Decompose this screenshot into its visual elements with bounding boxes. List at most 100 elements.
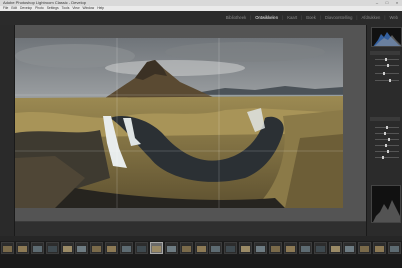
filmstrip-thumbnail[interactable] [224, 242, 238, 254]
thumbnail-image [17, 246, 27, 252]
filmstrip-thumbnail[interactable] [388, 242, 402, 254]
bottom-bar [0, 255, 402, 268]
thumbnail-image [77, 246, 87, 252]
module-picker: Bibliotheek | Ontwikkelen | Kaart | Boek | Diavo… [226, 14, 398, 22]
module-separator: | [356, 15, 358, 20]
panel-header-basic[interactable] [370, 117, 400, 121]
thumbnail-image [47, 246, 57, 252]
filmstrip-thumbnail[interactable] [179, 242, 193, 254]
filmstrip-thumbnail[interactable] [269, 242, 282, 254]
module-separator: | [250, 15, 252, 20]
module-bibliotheek[interactable]: Bibliotheek [226, 14, 247, 22]
thumbnail-image [256, 246, 266, 252]
slider-5[interactable] [375, 126, 399, 129]
thumbnail-image [300, 246, 310, 252]
filmstrip-thumbnail[interactable] [45, 242, 59, 254]
slider-9[interactable] [375, 150, 399, 153]
histogram[interactable] [371, 27, 402, 47]
thumbnail-image [360, 246, 370, 252]
slider-7[interactable] [375, 138, 399, 141]
filmstrip-thumbnail[interactable] [239, 242, 253, 254]
filmstrip-thumbnail[interactable] [373, 242, 387, 254]
slider-6[interactable] [375, 132, 399, 135]
thumbnail-image [271, 246, 280, 252]
thumbnail-image [3, 246, 12, 252]
filmstrip-thumbnail[interactable] [149, 242, 163, 254]
thumbnail-image [285, 246, 295, 252]
thumbnail-image [62, 246, 72, 252]
filmstrip-thumbnail[interactable] [209, 242, 223, 254]
slider-1[interactable] [375, 58, 399, 61]
module-kaart[interactable]: Kaart [287, 14, 297, 22]
filmstrip-thumbnail[interactable] [298, 242, 312, 254]
module-ontwikkelen[interactable]: Ontwikkelen [255, 14, 278, 22]
thumbnail-image [137, 246, 146, 252]
thumbnail-image [32, 246, 42, 252]
slider-8[interactable] [375, 144, 399, 147]
filmstrip-thumbnail[interactable] [75, 242, 89, 254]
slider-knob[interactable] [385, 144, 387, 147]
module-diavoorstelling[interactable]: Diavoorstelling [325, 14, 352, 22]
filmstrip-thumbnail[interactable] [120, 242, 134, 254]
slider-knob[interactable] [388, 138, 390, 141]
slider-knob[interactable] [386, 126, 388, 129]
filmstrip-thumbnail[interactable] [90, 242, 104, 254]
slider-10[interactable] [375, 156, 399, 159]
slider-knob[interactable] [382, 156, 384, 159]
develop-toolbar[interactable] [15, 221, 366, 236]
filmstrip-thumbnail[interactable] [1, 242, 14, 254]
filmstrip-thumbnail[interactable] [30, 242, 44, 254]
thumbnail-image [166, 246, 176, 252]
module-boek[interactable]: Boek [306, 14, 316, 22]
thumbnail-image [151, 246, 161, 252]
module-separator: | [282, 15, 284, 20]
slider-knob[interactable] [384, 132, 386, 135]
module-separator: | [319, 15, 321, 20]
navigator-graph [373, 200, 400, 222]
right-panel [366, 25, 402, 236]
module-web[interactable]: Web [389, 14, 398, 22]
filmstrip-thumbnail[interactable] [358, 242, 372, 254]
filmstrip-thumbnail[interactable] [283, 242, 297, 254]
filmstrip-thumbnail[interactable] [15, 242, 29, 254]
histogram-graph [373, 32, 401, 46]
filmstrip [0, 241, 402, 255]
thumbnail-image [345, 246, 355, 252]
tool-strip[interactable] [370, 51, 400, 55]
slider-knob[interactable] [383, 72, 385, 75]
thumbnail-image [330, 246, 340, 252]
filmstrip-thumbnail[interactable] [343, 242, 357, 254]
module-separator: | [301, 15, 303, 20]
thumbnail-image [226, 246, 236, 252]
navigator-preview[interactable] [371, 185, 401, 223]
slider-4[interactable] [375, 79, 399, 82]
thumbnail-image [241, 246, 251, 252]
filmstrip-thumbnail[interactable] [164, 242, 178, 254]
thumbnail-image [211, 246, 221, 252]
slider-2[interactable] [375, 64, 399, 67]
filmstrip-thumbnail[interactable] [313, 242, 327, 254]
filmstrip-thumbnail[interactable] [105, 242, 119, 254]
filmstrip-thumbnail[interactable] [194, 242, 208, 254]
filmstrip-thumbnail[interactable] [60, 242, 74, 254]
thumbnail-image [196, 246, 206, 252]
slider-knob[interactable] [385, 58, 387, 61]
slider-knob[interactable] [389, 79, 391, 82]
filmstrip-thumbnail[interactable] [328, 242, 342, 254]
thumbnail-image [92, 246, 102, 252]
slider-knob[interactable] [387, 64, 389, 67]
thumbnail-image [375, 246, 385, 252]
filmstrip-thumbnail[interactable] [254, 242, 268, 254]
photo-preview[interactable] [15, 38, 343, 208]
module-separator: | [384, 15, 386, 20]
landscape-photo [15, 38, 343, 208]
thumbnail-image [122, 246, 132, 252]
slider-knob[interactable] [387, 150, 389, 153]
slider-3[interactable] [375, 72, 399, 75]
thumbnail-image [107, 246, 117, 252]
module-afdrukken[interactable]: Afdrukken [362, 14, 381, 22]
thumbnail-image [181, 246, 191, 252]
left-panel[interactable] [0, 25, 15, 236]
filmstrip-thumbnail[interactable] [135, 242, 148, 254]
module-picker-bar: Bibliotheek | Ontwikkelen | Kaart | Boek | Diavo… [0, 11, 402, 25]
